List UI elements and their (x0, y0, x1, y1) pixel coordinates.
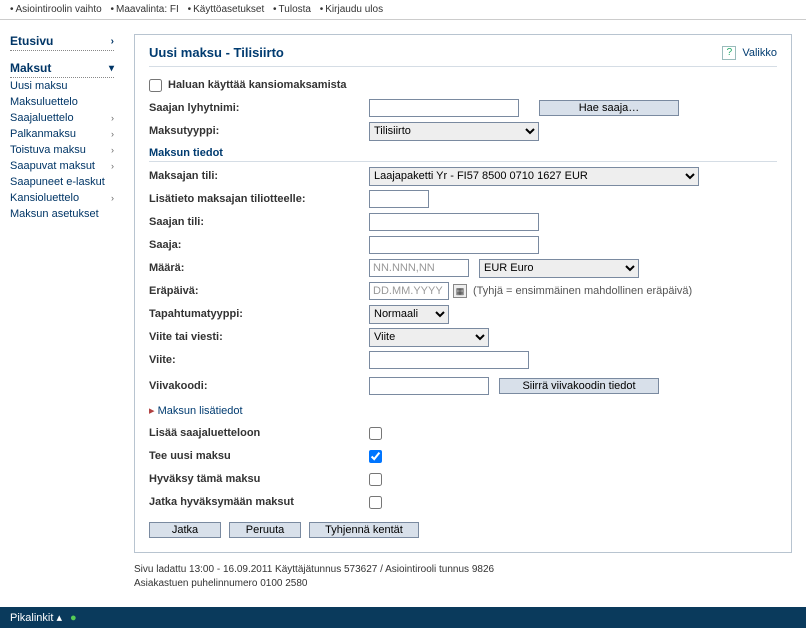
sidebar-item[interactable]: Maksun asetukset (10, 206, 114, 222)
payer-statement-info-input[interactable] (369, 190, 429, 208)
approve-this-payment-label: Hyväksy tämä maksu (149, 473, 369, 485)
continue-approve-checkbox[interactable] (369, 496, 382, 509)
sidebar-item[interactable]: Kansioluettelo › (10, 190, 114, 206)
sidebar-item-label: Maksuluettelo (10, 96, 78, 108)
due-date-label: Eräpäivä: (149, 285, 369, 297)
continue-approve-label: Jatka hyväksymään maksut (149, 496, 369, 508)
chevron-right-icon: › (111, 113, 114, 123)
sidebar-item-label: Saapuneet e-laskut (10, 176, 105, 188)
cancel-button[interactable]: Peruuta (229, 522, 301, 538)
payee-shortname-input[interactable] (369, 99, 519, 117)
payment-details-title: Maksun tiedot (149, 147, 777, 162)
footer-line1: Sivu ladattu 13:00 - 16.09.2011 Käyttäjä… (134, 563, 792, 577)
sidebar-section-maksut[interactable]: Maksut ▾ (10, 59, 114, 78)
sidebar-item-label: Uusi maksu (10, 80, 67, 92)
form-panel: Uusi maksu - Tilisiirto ? Valikko Haluan… (134, 34, 792, 553)
payee-shortname-label: Saajan lyhytnimi: (149, 102, 369, 114)
sidebar-item[interactable]: Maksuluettelo (10, 94, 114, 110)
barcode-label: Viivakoodi: (149, 380, 369, 392)
sidebar-item[interactable]: Saapuvat maksut › (10, 158, 114, 174)
chevron-right-icon: › (111, 36, 114, 47)
chevron-down-icon: ▾ (109, 63, 114, 74)
transfer-barcode-button[interactable]: Siirrä viivakoodin tiedot (499, 378, 659, 394)
payer-account-select[interactable]: Laajapaketti Yr - FI57 8500 0710 1627 EU… (369, 167, 699, 186)
sidebar-section-etusivu[interactable]: Etusivu › (10, 32, 114, 51)
use-folder-label: Haluan käyttää kansiomaksamista (168, 79, 347, 91)
sidebar-section-label: Maksut (10, 61, 51, 75)
topbar-link[interactable]: Asiointiroolin vaihto (10, 4, 102, 15)
due-date-input[interactable] (369, 282, 449, 300)
topbar-link[interactable]: Käyttöasetukset (188, 4, 265, 15)
status-dot-icon: ● (70, 612, 77, 624)
sidebar-item-label: Toistuva maksu (10, 144, 86, 156)
reference-input[interactable] (369, 351, 529, 369)
bottombar: Pikalinkit ▴ ● (0, 607, 806, 628)
add-to-payee-list-label: Lisää saajaluetteloon (149, 427, 369, 439)
payer-account-label: Maksajan tili: (149, 170, 369, 182)
sidebar-item-label: Palkanmaksu (10, 128, 76, 140)
chevron-right-icon: › (111, 129, 114, 139)
topbar-link[interactable]: Tulosta (273, 4, 311, 15)
payment-extra-info-toggle[interactable]: Maksun lisätiedot (149, 404, 777, 417)
create-new-payment-label: Tee uusi maksu (149, 450, 369, 462)
sidebar-section-label: Etusivu (10, 34, 53, 48)
sidebar-item-label: Saajaluettelo (10, 112, 74, 124)
fetch-payee-button[interactable]: Hae saaja… (539, 100, 679, 116)
payee-account-input[interactable] (369, 213, 539, 231)
reference-or-message-label: Viite tai viesti: (149, 331, 369, 343)
topbar-link[interactable]: Kirjaudu ulos (320, 4, 383, 15)
currency-select[interactable]: EUR Euro (479, 259, 639, 278)
quicklinks-toggle[interactable]: Pikalinkit ▴ (10, 611, 62, 624)
sidebar-item[interactable]: Saajaluettelo › (10, 110, 114, 126)
use-folder-checkbox[interactable] (149, 79, 162, 92)
approve-this-payment-checkbox[interactable] (369, 473, 382, 486)
topbar: Asiointiroolin vaihto Maavalinta: FI Käy… (0, 0, 806, 20)
sidebar-item[interactable]: Saapuneet e-laskut (10, 174, 114, 190)
calendar-icon[interactable]: ▦ (453, 284, 467, 298)
transaction-type-select[interactable]: Normaali (369, 305, 449, 324)
panel-menu-label: Valikko (742, 47, 777, 59)
sidebar-item-label: Maksun asetukset (10, 208, 99, 220)
amount-label: Määrä: (149, 262, 369, 274)
footer-line2: Asiakastuen puhelinnumero 0100 2580 (134, 577, 792, 591)
footer-info: Sivu ladattu 13:00 - 16.09.2011 Käyttäjä… (134, 563, 792, 591)
chevron-right-icon: › (111, 161, 114, 171)
reference-or-message-select[interactable]: Viite (369, 328, 489, 347)
page-title: Uusi maksu - Tilisiirto (149, 45, 284, 60)
topbar-link[interactable]: Maavalinta: FI (110, 4, 178, 15)
sidebar-item[interactable]: Palkanmaksu › (10, 126, 114, 142)
payee-name-input[interactable] (369, 236, 539, 254)
payment-type-select[interactable]: Tilisiirto (369, 122, 539, 141)
payer-statement-info-label: Lisätieto maksajan tiliotteelle: (149, 193, 369, 205)
sidebar-item[interactable]: Toistuva maksu › (10, 142, 114, 158)
add-to-payee-list-checkbox[interactable] (369, 427, 382, 440)
barcode-input[interactable] (369, 377, 489, 395)
sidebar: Etusivu › Maksut ▾ Uusi maksu Maksuluette… (0, 20, 120, 601)
payment-type-label: Maksutyyppi: (149, 125, 369, 137)
help-icon[interactable]: ? (722, 46, 736, 60)
sidebar-item-label: Saapuvat maksut (10, 160, 95, 172)
reference-label: Viite: (149, 354, 369, 366)
create-new-payment-checkbox[interactable] (369, 450, 382, 463)
transaction-type-label: Tapahtumatyyppi: (149, 308, 369, 320)
chevron-right-icon: › (111, 145, 114, 155)
sidebar-item[interactable]: Uusi maksu (10, 78, 114, 94)
clear-fields-button[interactable]: Tyhjennä kentät (309, 522, 419, 538)
chevron-right-icon: › (111, 193, 114, 203)
payee-account-label: Saajan tili: (149, 216, 369, 228)
payee-name-label: Saaja: (149, 239, 369, 251)
due-date-hint: (Tyhjä = ensimmäinen mahdollinen eräpäiv… (473, 285, 692, 297)
amount-input[interactable] (369, 259, 469, 277)
sidebar-item-label: Kansioluettelo (10, 192, 79, 204)
continue-button[interactable]: Jatka (149, 522, 221, 538)
panel-menu[interactable]: ? Valikko (722, 46, 777, 60)
